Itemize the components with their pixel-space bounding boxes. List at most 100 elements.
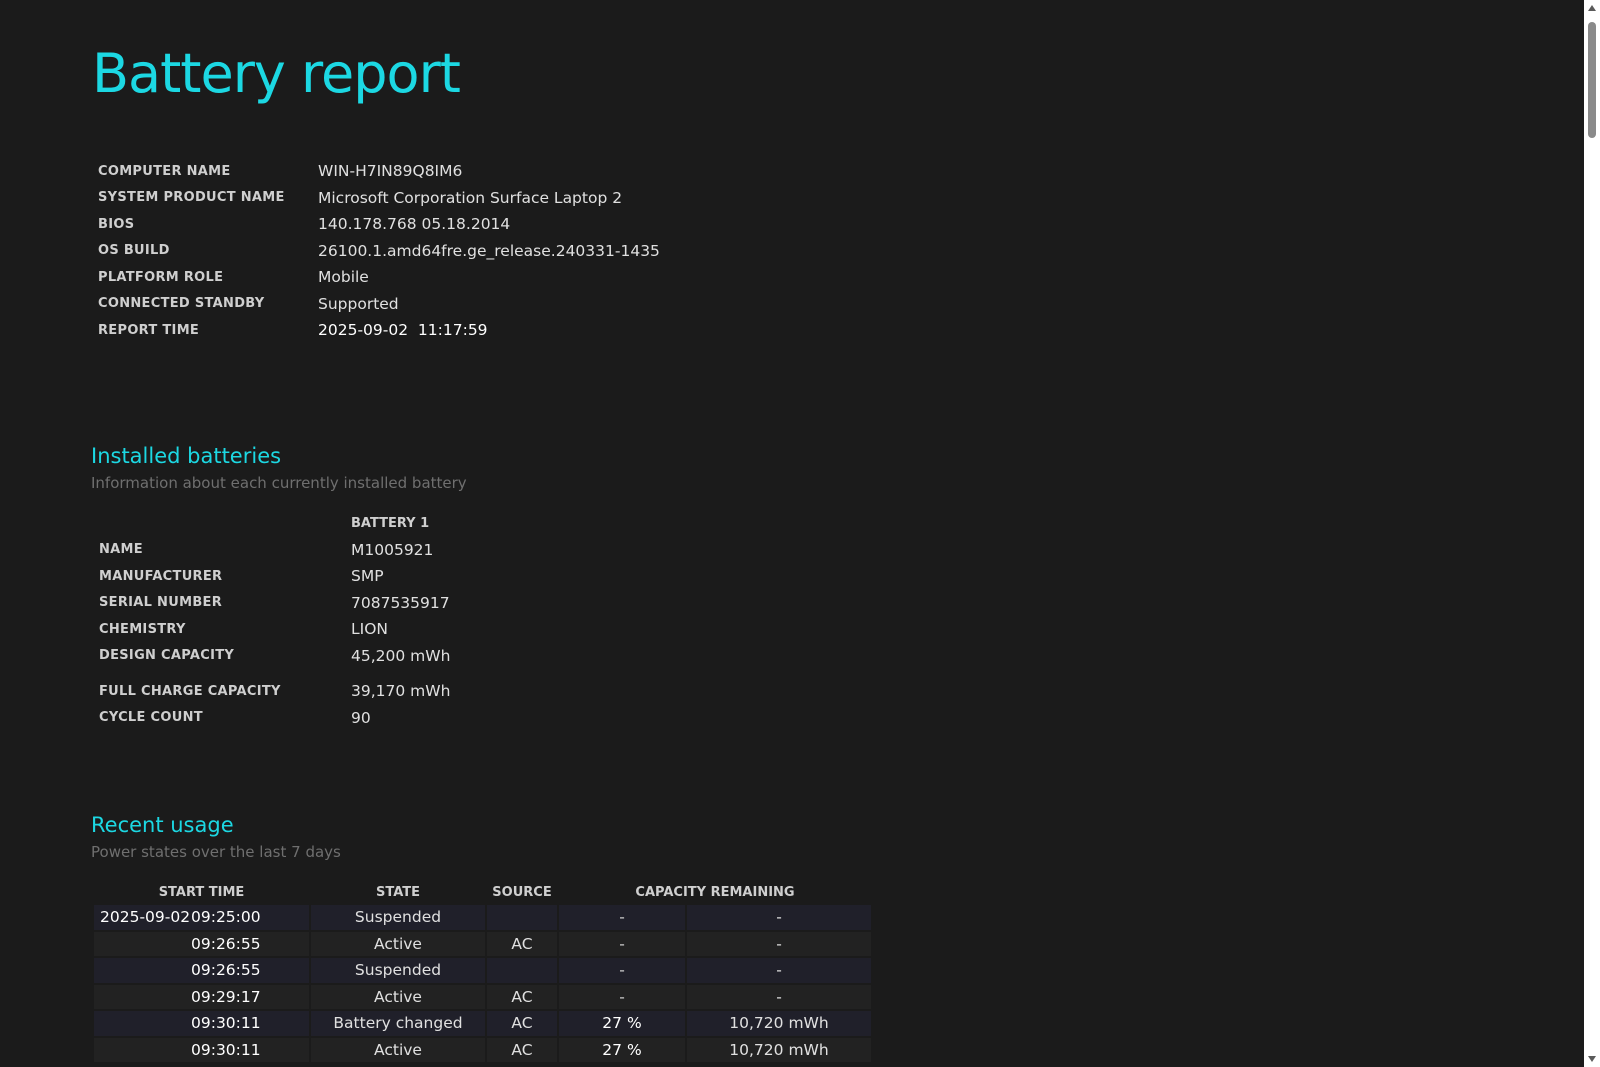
usage-capacity-percent: 27 % [559,1011,685,1036]
battery-value: SMP [351,567,384,586]
usage-time: 09:25:00 [191,908,261,927]
page-title: Battery report [92,42,461,105]
usage-capacity-percent: 27 % [559,1037,685,1062]
vertical-scrollbar[interactable] [1584,0,1600,1067]
usage-row: 09:26:55 Suspended - - [94,958,871,983]
system-row: PLATFORM ROLE Mobile [98,264,660,291]
usage-state: Suspended [311,905,485,930]
battery-row: CHEMISTRY LION [99,616,450,643]
system-row: BIOS 140.178.768 05.18.2014 [98,211,660,238]
installed-batteries-subtitle: Information about each currently install… [91,474,467,492]
battery-column-header: BATTERY 1 [351,515,430,531]
battery-value: 39,170 mWh [351,682,451,701]
usage-source [487,958,557,983]
usage-state: Active [311,1037,485,1062]
col-state: STATE [375,884,421,900]
installed-batteries-table: BATTERY 1 NAME M1005921 MANUFACTURER SMP S… [99,510,450,731]
usage-time: 09:29:17 [191,987,261,1006]
scroll-down-arrow-icon[interactable] [1588,1056,1596,1062]
usage-source [487,905,557,930]
system-info-table: COMPUTER NAME WIN-H7IN89Q8IM6 SYSTEM PROD… [98,158,660,344]
usage-state: Battery changed [311,1011,485,1036]
usage-source: AC [487,1037,557,1062]
usage-time: 09:30:11 [191,1014,261,1033]
usage-body: 2025-09-02 09:25:00 Suspended - -09:26:55 Act… [94,905,871,1062]
usage-time: 09:26:55 [191,934,261,953]
col-capacity-remaining: CAPACITY REMAINING [635,884,795,900]
battery-row: DESIGN CAPACITY 45,200 mWh [99,643,450,670]
battery-label: DESIGN CAPACITY [99,648,235,664]
system-label: REPORT TIME [98,322,200,338]
usage-source: AC [487,984,557,1009]
installed-batteries-heading: Installed batteries [91,444,282,468]
usage-start-time: 2025-09-02 09:25:00 [94,905,309,930]
usage-capacity-percent: - [559,931,685,956]
usage-start-time: 09:29:17 [94,984,309,1009]
usage-time: 09:30:11 [191,1040,261,1059]
col-source: SOURCE [492,884,552,900]
battery-row: FULL CHARGE CAPACITY 39,170 mWh [99,678,450,705]
battery-label: NAME [99,542,143,558]
system-value: WIN-H7IN89Q8IM6 [318,162,463,181]
system-label: BIOS [98,216,135,232]
usage-capacity-mwh: - [687,931,871,956]
usage-capacity-mwh: 10,720 mWh [687,1037,871,1062]
usage-capacity-percent: - [559,984,685,1009]
gap-cell [351,669,450,678]
usage-source: AC [487,1011,557,1036]
system-row: REPORT TIME 2025-09-02 11:17:59 [98,317,660,344]
battery-label: MANUFACTURER [99,568,223,584]
battery-header-row: BATTERY 1 [99,510,450,537]
usage-state: Active [311,984,485,1009]
battery-value: 45,200 mWh [351,646,451,665]
usage-start-time: 09:30:11 [94,1037,309,1062]
battery-value: LION [351,620,389,639]
scrollbar-thumb[interactable] [1588,22,1596,138]
battery-row: CYCLE COUNT 90 [99,705,450,732]
usage-capacity-percent: - [559,905,685,930]
usage-row: 09:30:11 Battery changed AC 27 % 10,720 mWh [94,1011,871,1036]
battery-value: M1005921 [351,540,434,559]
recent-usage-subtitle: Power states over the last 7 days [91,843,341,861]
usage-source: AC [487,931,557,956]
usage-row: 2025-09-02 09:25:00 Suspended - - [94,905,871,930]
usage-time: 09:26:55 [191,961,261,980]
usage-capacity-mwh: 10,720 mWh [687,1011,871,1036]
battery-label: CHEMISTRY [99,621,186,637]
battery-value: 90 [351,708,371,727]
usage-capacity-mwh: - [687,958,871,983]
report-time-value: 2025-09-02 11:17:59 [318,321,488,340]
usage-row: 09:29:17 Active AC - - [94,984,871,1009]
system-label: OS BUILD [98,243,170,259]
report-page: Battery report COMPUTER NAME WIN-H7IN89Q8… [0,0,1584,1067]
system-row: COMPUTER NAME WIN-H7IN89Q8IM6 [98,158,660,185]
battery-label: FULL CHARGE CAPACITY [99,683,281,699]
system-value: Mobile [318,268,369,287]
usage-date: 2025-09-02 [100,908,191,927]
usage-row: 09:30:11 Active AC 27 % 10,720 mWh [94,1037,871,1062]
system-row: SYSTEM PRODUCT NAME Microsoft Corporation… [98,185,660,212]
usage-start-time: 09:26:55 [94,958,309,983]
scroll-up-arrow-icon[interactable] [1588,5,1596,11]
system-value: Supported [318,294,399,313]
row-gap [99,669,450,678]
usage-capacity-mwh: - [687,905,871,930]
usage-capacity-percent: - [559,958,685,983]
usage-state: Active [311,931,485,956]
system-label: SYSTEM PRODUCT NAME [98,190,285,206]
battery-label: CYCLE COUNT [99,710,203,726]
system-label: CONNECTED STANDBY [98,296,265,312]
system-row: CONNECTED STANDBY Supported [98,291,660,318]
system-row: OS BUILD 26100.1.amd64fre.ge_release.2403… [98,238,660,265]
recent-usage-heading: Recent usage [91,813,234,837]
battery-label: SERIAL NUMBER [99,595,223,611]
usage-start-time: 09:30:11 [94,1011,309,1036]
empty-header-cell [99,510,351,537]
battery-value: 7087535917 [351,593,450,612]
usage-header-row: START TIME STATE SOURCE CAPACITY REMAINI… [94,881,871,903]
system-value: 140.178.768 05.18.2014 [318,215,511,234]
battery-row: SERIAL NUMBER 7087535917 [99,590,450,617]
system-label: PLATFORM ROLE [98,269,224,285]
usage-row: 09:26:55 Active AC - - [94,931,871,956]
usage-state: Suspended [311,958,485,983]
